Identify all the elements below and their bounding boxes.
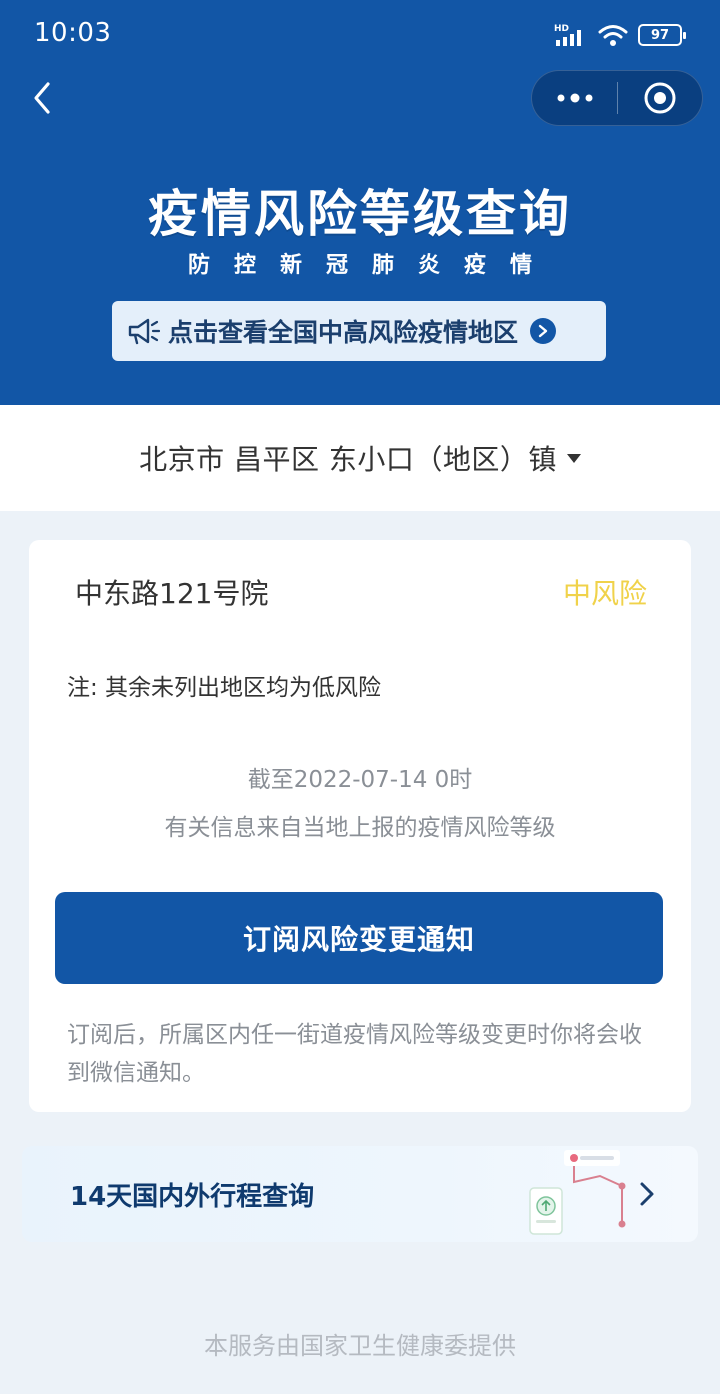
close-button[interactable] [618, 71, 702, 125]
area-name: 中东路121号院 [75, 577, 269, 610]
itinerary-label: 14天国内外行程查询 [70, 1182, 315, 1212]
footer-provider-note: 本服务由国家卫生健康委提供 [204, 1332, 516, 1360]
network-label: HD [554, 24, 569, 34]
risk-card: 中东路121号院 中风险 注: 其余未列出地区均为低风险 截至2022-07-1… [29, 540, 691, 1112]
battery-icon: 97 [638, 24, 686, 46]
high-risk-areas-link[interactable]: 点击查看全国中高风险疫情地区 [112, 301, 606, 361]
chevron-right-icon [632, 1176, 662, 1212]
risk-level-badge: 中风险 [562, 577, 647, 610]
notice-label: 点击查看全国中高风险疫情地区 [168, 318, 519, 347]
as-of-time: 截至2022-07-14 0时 [247, 767, 473, 793]
page-subtitle: 防控新冠肺炎疫情 [187, 253, 556, 278]
status-icons: HD 97 [554, 20, 686, 50]
region-label: 北京市 昌平区 东小口（地区）镇 [139, 443, 557, 476]
status-bar: 10:03 HD 97 [0, 0, 720, 70]
itinerary-query-card[interactable]: 14天国内外行程查询 [22, 1146, 698, 1242]
subscribe-button[interactable]: 订阅风险变更通知 [55, 892, 663, 984]
data-source-note: 有关信息来自当地上报的疫情风险等级 [164, 815, 556, 841]
page: 10:03 HD 97 疫情风险等级查询 防控新冠肺炎疫情 点击查看全国中高风险… [0, 0, 720, 1394]
page-title: 疫情风险等级查询 [148, 185, 572, 243]
caret-down-icon [566, 453, 581, 463]
chevron-left-icon [34, 82, 50, 114]
back-button[interactable] [24, 78, 60, 118]
megaphone-icon [128, 318, 160, 345]
header: 10:03 HD 97 疫情风险等级查询 防控新冠肺炎疫情 点击查看全国中高风险… [0, 0, 720, 405]
wifi-icon [598, 25, 628, 46]
mini-program-capsule [531, 70, 703, 126]
battery-level: 97 [650, 27, 670, 43]
subscribe-description: 订阅后，所属区内任一街道疫情风险等级变更时你将会收到微信通知。 [67, 1022, 642, 1086]
target-circle-icon [644, 82, 676, 114]
status-time: 10:03 [34, 18, 112, 48]
more-dots-icon [557, 93, 592, 103]
more-button[interactable] [532, 71, 617, 125]
signal-icon: HD [554, 24, 581, 46]
chevron-right-circle-icon [530, 318, 557, 344]
region-selector[interactable]: 北京市 昌平区 东小口（地区）镇 [0, 405, 720, 511]
risk-note: 注: 其余未列出地区均为低风险 [67, 675, 382, 701]
